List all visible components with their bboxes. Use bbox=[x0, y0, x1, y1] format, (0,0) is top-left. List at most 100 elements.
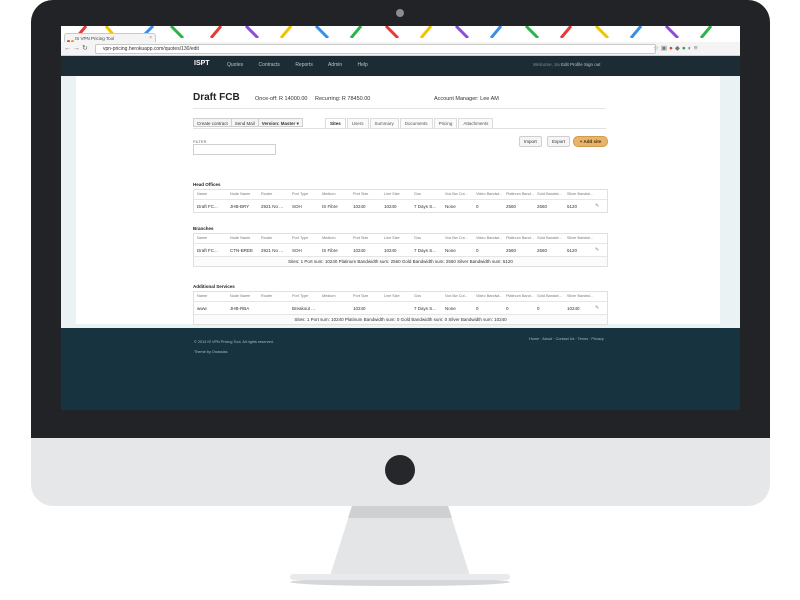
column-header[interactable]: Platinum Band... bbox=[506, 192, 535, 196]
send-mail-button[interactable]: Send Mail bbox=[230, 118, 259, 127]
tab-summary[interactable]: Summary bbox=[369, 118, 399, 128]
column-header[interactable]: Video Bandwi... bbox=[476, 294, 505, 298]
edit-profile-link[interactable]: Edit Profile bbox=[561, 62, 583, 67]
table-cell: 10240 bbox=[384, 204, 397, 209]
column-header[interactable]: Port Size bbox=[353, 192, 382, 196]
table-cell: JHB-RBA bbox=[230, 306, 250, 311]
column-header[interactable]: Port Type bbox=[292, 192, 321, 196]
tab-users[interactable]: Users bbox=[346, 118, 369, 128]
nav-quotes[interactable]: Quotes bbox=[227, 62, 243, 68]
column-header[interactable]: Medium bbox=[322, 294, 351, 298]
column-header[interactable]: Gold Bandwi... bbox=[537, 192, 566, 196]
table-row[interactable]: www JHB-RBA Breakout ... 10240 7 Days S... No… bbox=[194, 302, 607, 314]
table-cell: www bbox=[197, 306, 207, 311]
column-header[interactable]: Gold Bandwi... bbox=[537, 236, 566, 240]
export-button[interactable]: Export bbox=[547, 136, 571, 147]
nav-reports[interactable]: Reports bbox=[295, 62, 313, 68]
extension-icon[interactable]: ◆ bbox=[675, 45, 682, 52]
page-title: Draft FCB bbox=[193, 92, 240, 103]
sites-table: Name Node Name Router Port Type Medium Port S… bbox=[193, 291, 608, 325]
column-header[interactable]: Platinum Band... bbox=[506, 294, 535, 298]
browser-tab[interactable]: IS VPN Pricing Tool × bbox=[64, 33, 156, 43]
tab-sites[interactable]: Sites bbox=[325, 118, 346, 128]
address-bar: ←→↻ vpn-pricing.herokuapp.com/quotes/130… bbox=[61, 42, 740, 56]
column-header[interactable]: Node Name bbox=[230, 294, 259, 298]
sign-out-link[interactable]: Sign out bbox=[584, 62, 601, 67]
column-header[interactable]: Name bbox=[197, 294, 226, 298]
column-header[interactable]: Vox Bw Col... bbox=[445, 236, 474, 240]
version-dropdown[interactable]: Version: Master ▾ bbox=[257, 118, 303, 127]
back-icon[interactable]: ← bbox=[64, 45, 73, 52]
column-header[interactable]: Router bbox=[261, 192, 290, 196]
theme-credit[interactable]: Theme by Onassiss bbox=[194, 347, 274, 357]
tab-pricing[interactable]: Pricing bbox=[433, 118, 458, 128]
table-row[interactable]: Draft FC... CTN-BREE 2921 No ... SOH IS Fibr… bbox=[194, 244, 607, 256]
content-panel: Draft FCB Once-off: R 14000.00 Recurring… bbox=[76, 76, 720, 325]
forward-icon[interactable]: → bbox=[73, 45, 82, 52]
main-area: Draft FCB Once-off: R 14000.00 Recurring… bbox=[61, 76, 740, 328]
star-icon[interactable]: ☆ bbox=[653, 45, 661, 52]
user-area: Welcome, Sa Edit Profile Sign out bbox=[533, 62, 601, 67]
browser-extension-icons: ☆▣●◆●◐≡ bbox=[653, 44, 700, 52]
table-cell: Breakout ... bbox=[292, 306, 316, 311]
recurring-total: Recurring: R 78450.00 bbox=[315, 96, 371, 102]
create-contract-button[interactable]: Create contract bbox=[193, 118, 232, 127]
once-off-total: Once-off: R 14000.00 bbox=[255, 96, 308, 102]
table-cell: 2921 No ... bbox=[261, 248, 284, 253]
column-header[interactable]: Silver Bandwi... bbox=[567, 294, 596, 298]
import-button[interactable]: Import bbox=[519, 136, 542, 147]
column-header[interactable]: Line Size bbox=[384, 294, 413, 298]
edit-pencil-icon[interactable]: ✎ bbox=[595, 305, 599, 311]
table-header: Name Node Name Router Port Type Medium Port S… bbox=[194, 234, 607, 244]
edit-pencil-icon[interactable]: ✎ bbox=[595, 247, 599, 253]
tab-attachments[interactable]: Attachments bbox=[458, 118, 494, 128]
column-header[interactable]: Node Name bbox=[230, 236, 259, 240]
column-header[interactable]: Line Size bbox=[384, 236, 413, 240]
table-row[interactable]: Draft FC... JHB-BRY 2921 No ... SOH IS Fibre… bbox=[194, 200, 607, 212]
nav-help[interactable]: Help bbox=[358, 62, 368, 68]
column-header[interactable]: Port Type bbox=[292, 294, 321, 298]
table-cell: 5120 bbox=[567, 248, 578, 253]
column-header[interactable]: Gold Bandwi... bbox=[537, 294, 566, 298]
column-header[interactable]: Vox Bw Col... bbox=[445, 294, 474, 298]
welcome-text: Welcome, Sa bbox=[533, 62, 560, 67]
reload-icon[interactable]: ↻ bbox=[82, 45, 90, 52]
table-cell: IS Fibre bbox=[322, 204, 338, 209]
extension-icon[interactable]: ▣ bbox=[661, 45, 669, 52]
table-cell: CTN-BREE bbox=[230, 248, 254, 253]
footer-links[interactable]: Home · About · Contact Us · Terms · Priv… bbox=[529, 337, 604, 341]
tab-underline bbox=[193, 128, 606, 129]
column-header[interactable]: Video Bandwi... bbox=[476, 192, 505, 196]
column-header[interactable]: Name bbox=[197, 192, 226, 196]
column-header[interactable]: Medium bbox=[322, 236, 351, 240]
filter-input[interactable] bbox=[193, 144, 276, 155]
edit-pencil-icon[interactable]: ✎ bbox=[595, 203, 599, 209]
column-header[interactable]: Gos bbox=[414, 192, 443, 196]
column-header[interactable]: Gos bbox=[414, 236, 443, 240]
add-site-button[interactable]: + Add site bbox=[573, 136, 608, 147]
column-header[interactable]: Silver Bandwi... bbox=[567, 236, 596, 240]
table-cell: 2560 bbox=[506, 248, 517, 253]
menu-icon[interactable]: ≡ bbox=[694, 45, 700, 52]
browser-nav-icons: ←→↻ bbox=[64, 44, 90, 52]
tab-documents[interactable]: Documents bbox=[399, 118, 433, 128]
column-header[interactable]: Line Size bbox=[384, 192, 413, 196]
column-header[interactable]: Platinum Band... bbox=[506, 236, 535, 240]
column-header[interactable]: Router bbox=[261, 294, 290, 298]
column-header[interactable]: Silver Bandwi... bbox=[567, 192, 596, 196]
column-header[interactable]: Port Size bbox=[353, 294, 382, 298]
summary-row: Sites: 1 Port sum: 10240 Platinum Bandwi… bbox=[194, 256, 607, 266]
nav-contracts[interactable]: Contracts bbox=[259, 62, 280, 68]
column-header[interactable]: Node Name bbox=[230, 192, 259, 196]
brand-logo[interactable]: ISPT bbox=[194, 60, 210, 67]
column-header[interactable]: Port Size bbox=[353, 236, 382, 240]
nav-admin[interactable]: Admin bbox=[328, 62, 342, 68]
column-header[interactable]: Medium bbox=[322, 192, 351, 196]
column-header[interactable]: Vox Bw Col... bbox=[445, 192, 474, 196]
column-header[interactable]: Port Type bbox=[292, 236, 321, 240]
column-header[interactable]: Video Bandwi... bbox=[476, 236, 505, 240]
column-header[interactable]: Router bbox=[261, 236, 290, 240]
column-header[interactable]: Gos bbox=[414, 294, 443, 298]
url-input[interactable]: vpn-pricing.herokuapp.com/quotes/130/edi… bbox=[95, 44, 656, 54]
column-header[interactable]: Name bbox=[197, 236, 226, 240]
